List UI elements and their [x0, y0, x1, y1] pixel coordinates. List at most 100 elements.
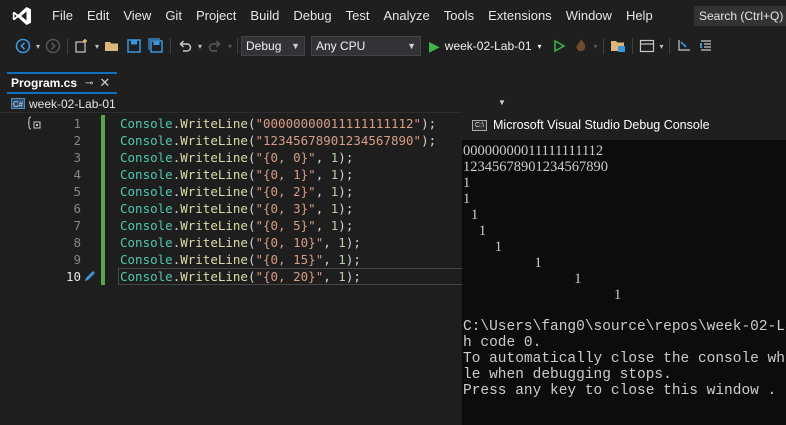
start-debugging-button[interactable]: ▶ week-02-Lab-01 ▾	[425, 35, 542, 57]
menu-git[interactable]: Git	[158, 0, 189, 32]
console-line: 1	[534, 255, 542, 271]
save-all-icon[interactable]	[145, 35, 167, 57]
undo-icon[interactable]	[174, 35, 196, 57]
code-punctuation: ,	[315, 218, 331, 233]
solution-platform-value: Any CPU	[316, 39, 366, 53]
close-icon[interactable]: ✕	[99, 75, 110, 91]
menu-build[interactable]: Build	[243, 0, 286, 32]
menu-edit[interactable]: Edit	[80, 0, 116, 32]
code-punctuation: ,	[323, 252, 339, 267]
code-token-cls: Console	[120, 235, 173, 250]
console-output[interactable]: 00000000011111111112 12345678901234567890…	[463, 140, 786, 425]
code-token-arg: 1	[338, 235, 346, 250]
debug-console-window[interactable]: C:\ Microsoft Visual Studio Debug Consol…	[462, 110, 786, 425]
console-title-bar[interactable]: C:\ Microsoft Visual Studio Debug Consol…	[462, 110, 786, 140]
csharp-project-icon: C#	[11, 98, 25, 109]
menu-file[interactable]: File	[44, 0, 80, 32]
code-text: Console.WriteLine("{0, 3}", 1);	[120, 200, 353, 217]
console-line: 00000000011111111112	[463, 143, 604, 159]
console-line: h code 0.	[463, 335, 542, 351]
change-indicator	[101, 132, 105, 149]
solution-explorer-folder-icon[interactable]	[607, 35, 629, 57]
console-icon: C:\	[472, 119, 487, 131]
code-token-method: WriteLine	[180, 235, 248, 250]
console-line: C:\Users\fang0\source\repos\week-02-Lab-…	[463, 319, 786, 335]
code-token-str: "{0, 1}"	[255, 167, 316, 182]
change-indicator	[101, 217, 105, 234]
menu-bar: File Edit View Git Project Build Debug Test Anal…	[0, 0, 786, 32]
step-into-icon[interactable]	[673, 35, 695, 57]
code-token-str: "00000000011111111112"	[255, 116, 422, 131]
redo-icon[interactable]	[204, 35, 226, 57]
menu-debug[interactable]: Debug	[286, 0, 338, 32]
navigate-forward-icon[interactable]	[42, 35, 64, 57]
start-without-debugging-icon[interactable]	[548, 35, 570, 57]
change-indicator	[101, 251, 105, 268]
console-line: 1	[494, 239, 503, 255]
navigation-bar: C# week-02-Lab-01 ▼	[0, 95, 510, 113]
change-indicator	[101, 200, 105, 217]
pin-icon[interactable]: ⊸	[85, 78, 93, 89]
menu-tools[interactable]: Tools	[437, 0, 481, 32]
dropdown-arrow-icon[interactable]: ▾	[592, 35, 600, 57]
menu-test[interactable]: Test	[339, 0, 377, 32]
code-token-arg: 1	[338, 252, 346, 267]
code-text: Console.WriteLine("{0, 0}", 1);	[120, 149, 353, 166]
change-indicator	[101, 166, 105, 183]
menu-window[interactable]: Window	[559, 0, 619, 32]
code-token-cls: Console	[120, 133, 173, 148]
code-token-tail: );	[421, 116, 437, 131]
format-document-icon[interactable]	[695, 35, 717, 57]
tab-program-cs[interactable]: Program.cs ⊸ ✕	[7, 72, 117, 94]
menu-analyze[interactable]: Analyze	[376, 0, 436, 32]
line-number: 6	[73, 201, 81, 216]
code-token-str: "{0, 10}"	[255, 235, 324, 250]
standard-toolbar: ▾ ▾ ▾ ▾ Debug ▼ Any CPU ▼ ▶ week-02-Lab-…	[0, 32, 786, 60]
code-punctuation: ,	[315, 184, 331, 199]
menu-view[interactable]: View	[116, 0, 158, 32]
line-number: 4	[73, 167, 81, 182]
code-token-method: WriteLine	[180, 218, 248, 233]
code-token-cls: Console	[120, 269, 173, 284]
overflow-menu-icon[interactable]: ▾	[658, 35, 666, 57]
change-indicator	[101, 149, 105, 166]
code-token-tail: );	[338, 201, 354, 216]
code-punctuation: ,	[323, 235, 339, 250]
window-layout-icon[interactable]	[636, 35, 658, 57]
solution-platform-dropdown[interactable]: Any CPU ▼	[311, 36, 421, 56]
chevron-down-icon[interactable]: ▼	[498, 98, 506, 107]
dropdown-arrow-icon[interactable]: ▾	[196, 35, 204, 57]
document-tab-strip: Program.cs ⊸ ✕	[0, 72, 786, 94]
code-token-str: "{0, 5}"	[255, 218, 316, 233]
edit-pencil-icon[interactable]	[83, 269, 97, 286]
project-dropdown[interactable]: week-02-Lab-01	[29, 97, 116, 111]
open-folder-icon[interactable]	[101, 35, 123, 57]
new-project-icon[interactable]	[71, 35, 93, 57]
solution-configuration-dropdown[interactable]: Debug ▼	[241, 36, 305, 56]
code-token-str: "{0, 15}"	[255, 252, 324, 267]
code-token-tail: );	[338, 184, 354, 199]
code-token-arg: 1	[338, 269, 346, 284]
menu-extensions[interactable]: Extensions	[481, 0, 559, 32]
dropdown-arrow-icon[interactable]: ▾	[34, 35, 42, 57]
dropdown-arrow-icon[interactable]: ▾	[93, 35, 101, 57]
change-indicator	[101, 234, 105, 251]
visual-studio-logo-icon[interactable]	[10, 4, 34, 28]
search-box[interactable]: Search (Ctrl+Q)	[694, 6, 786, 26]
menu-help[interactable]: Help	[619, 0, 660, 32]
menu-project[interactable]: Project	[189, 0, 243, 32]
code-text: Console.WriteLine("{0, 20}", 1);	[120, 268, 361, 285]
hot-reload-icon[interactable]	[570, 35, 592, 57]
code-token-cls: Console	[120, 167, 173, 182]
dropdown-arrow-icon[interactable]: ▾	[226, 35, 234, 57]
line-number: 7	[73, 218, 81, 233]
code-text: Console.WriteLine("{0, 2}", 1);	[120, 183, 353, 200]
navigate-back-icon[interactable]	[12, 35, 34, 57]
console-line: le when debugging stops.	[463, 367, 672, 383]
console-line: 1	[574, 271, 582, 287]
code-token-cls: Console	[120, 201, 173, 216]
code-text: Console.WriteLine("{0, 15}", 1);	[120, 251, 361, 268]
save-icon[interactable]	[123, 35, 145, 57]
solution-configuration-value: Debug	[246, 39, 282, 53]
toolbar-separator	[668, 38, 670, 54]
